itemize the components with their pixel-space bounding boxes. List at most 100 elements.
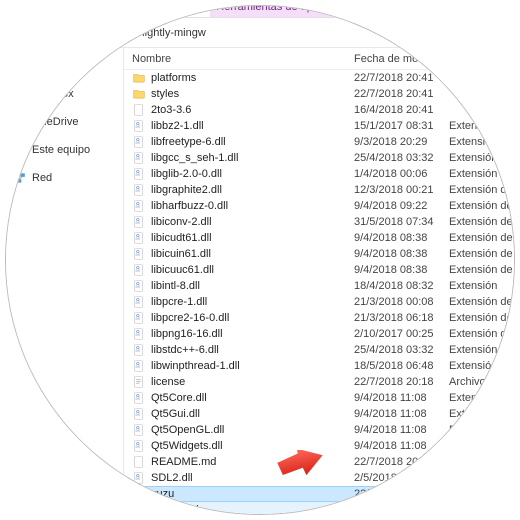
file-name: libicudt61.dll (151, 232, 212, 244)
file-type: Archivo TXT (449, 376, 514, 388)
file-icon (132, 103, 146, 117)
file-name: libfreetype-6.dll (151, 136, 226, 148)
file-date: 22/7/2018 20:41 (354, 72, 449, 84)
file-date: 22/7/2018 20:41 (354, 488, 449, 500)
file-type: Extensión de l (449, 152, 514, 164)
file-date: 25/4/2018 03:32 (354, 152, 449, 164)
file-row[interactable]: license22/7/2018 20:18Archivo TXT (124, 374, 514, 390)
explorer-window: Vista Herramientas de aplicación ▸ night… (6, 6, 514, 514)
file-name: libharfbuzz-0.dll (151, 200, 228, 212)
file-icon (132, 455, 146, 469)
tab-app-tools[interactable]: Herramientas de aplicación (210, 6, 355, 17)
file-row[interactable]: platforms 22/7/2018 20:41 (124, 70, 514, 86)
file-date: 18/5/2018 06:48 (354, 360, 449, 372)
cloud-icon (12, 115, 26, 129)
file-row[interactable]: libpcre-1.dll21/3/2018 00:08Extensión de… (124, 294, 514, 310)
nav-this-pc[interactable]: › Este equipo (6, 140, 117, 160)
file-type: Extensión de la (449, 216, 514, 228)
file-row[interactable]: libpng16-16.dll2/10/2017 00:25Extensión … (124, 326, 514, 342)
file-type: Extensión de l (449, 136, 514, 148)
tab-view[interactable]: Vista (156, 6, 192, 17)
file-name-cell: yuzu (124, 487, 354, 501)
file-name: README.md (151, 456, 216, 468)
file-row[interactable]: yuzu22/7/2018 20:41 (124, 486, 514, 502)
file-row[interactable]: libintl-8.dll18/4/2018 08:32Extensión (124, 278, 514, 294)
file-name: libiconv-2.dll (151, 216, 212, 228)
file-row[interactable]: Qt5Gui.dll9/4/2018 11:08Extensión (124, 406, 514, 422)
file-name-cell: libgraphite2.dll (124, 183, 354, 197)
dll-icon (132, 199, 146, 213)
txt-icon (132, 375, 146, 389)
file-row[interactable]: libicuin61.dll9/4/2018 08:38Extensión de… (124, 246, 514, 262)
nav-label: Dropbox (32, 88, 74, 100)
file-row[interactable]: styles22/7/2018 20:41 (124, 86, 514, 102)
file-name-cell: libstdc++-6.dll (124, 343, 354, 357)
dll-icon (132, 343, 146, 357)
file-date: 15/1/2017 08:31 (354, 120, 449, 132)
file-row[interactable]: libgraphite2.dll12/3/2018 00:21Extensión… (124, 182, 514, 198)
file-row[interactable]: libglib-2.0-0.dll1/4/2018 00:06Extensión… (124, 166, 514, 182)
dll-icon (132, 391, 146, 405)
dll-icon (132, 183, 146, 197)
app-icon (132, 503, 146, 514)
col-name[interactable]: Nombre (124, 53, 354, 65)
dll-icon (132, 119, 146, 133)
address-bar[interactable]: ▸ nightly-mingw (6, 18, 514, 48)
file-row[interactable]: libicuuc61.dll9/4/2018 08:38Extensión de… (124, 262, 514, 278)
breadcrumb-folder[interactable]: nightly-mingw (139, 27, 206, 39)
file-name-cell: Qt5Widgets.dll (124, 439, 354, 453)
file-name-cell: yuzu-cmd (124, 503, 354, 514)
file-row[interactable]: libstdc++-6.dll25/4/2018 03:32Extensión … (124, 342, 514, 358)
file-list[interactable]: Nombre Fecha de mod platforms 22/7/2018 2… (124, 48, 514, 514)
file-row[interactable]: libiconv-2.dll31/5/2018 07:34Extensión d… (124, 214, 514, 230)
file-date: 1/4/2018 00:06 (354, 168, 449, 180)
dll-icon (132, 295, 146, 309)
file-type: Extensión (449, 408, 514, 420)
file-name-cell: libwinpthread-1.dll (124, 359, 354, 373)
nav-dropbox[interactable]: › Dropbox (6, 84, 117, 104)
file-name-cell: libiconv-2.dll (124, 215, 354, 229)
file-row[interactable]: libwinpthread-1.dll18/5/2018 06:48Extens… (124, 358, 514, 374)
file-row[interactable]: README.md22/7/2018 20:18 (124, 454, 514, 470)
dll-icon (132, 263, 146, 277)
file-row[interactable]: yuzu-cmd22/7/2018 20:41 (124, 502, 514, 514)
dll-icon (132, 135, 146, 149)
file-type: Extensión de l (449, 440, 514, 452)
file-type: Extensión de l (449, 328, 514, 340)
nav-label: Red (32, 172, 52, 184)
file-row[interactable]: Qt5Widgets.dll9/4/2018 11:08Extensión de… (124, 438, 514, 454)
file-name: libwinpthread-1.dll (151, 360, 240, 372)
dll-icon (132, 167, 146, 181)
file-row[interactable]: Qt5OpenGL.dll9/4/2018 11:08Extensión de … (124, 422, 514, 438)
file-type: Extensión (449, 280, 514, 292)
nav-quick-access[interactable]: ﹀ Acceso rápido (6, 56, 117, 76)
file-name: platforms (151, 72, 196, 84)
file-row[interactable]: libpcre2-16-0.dll21/3/2018 06:18Extensió… (124, 310, 514, 326)
file-name-cell: libicudt61.dll (124, 231, 354, 245)
file-row[interactable]: Qt5Core.dll9/4/2018 11:08Extensión (124, 390, 514, 406)
dll-icon (132, 231, 146, 245)
file-date: 9/4/2018 11:08 (354, 392, 449, 404)
file-name-cell: platforms (124, 71, 354, 85)
nav-network[interactable]: › Red (6, 168, 117, 188)
file-row[interactable]: libgcc_s_seh-1.dll25/4/2018 03:32Extensi… (124, 150, 514, 166)
file-name-cell: libharfbuzz-0.dll (124, 199, 354, 213)
file-name: Qt5OpenGL.dll (151, 424, 224, 436)
file-date: 9/4/2018 11:08 (354, 408, 449, 420)
file-name-cell: styles (124, 87, 354, 101)
file-date: 12/3/2018 00:21 (354, 184, 449, 196)
col-date[interactable]: Fecha de mod (354, 53, 449, 65)
file-row[interactable]: 2to3-3.616/4/2018 20:41 (124, 102, 514, 118)
file-type: Extensión de l (449, 296, 514, 308)
file-row[interactable]: libbz2-1.dll15/1/2017 08:31Extensión (124, 118, 514, 134)
file-name-cell: libicuuc61.dll (124, 263, 354, 277)
nav-onedrive[interactable]: › OneDrive (6, 112, 117, 132)
file-name: libicuin61.dll (151, 248, 211, 260)
file-row[interactable]: libfreetype-6.dll9/3/2018 20:29Extensión… (124, 134, 514, 150)
file-name: styles (151, 88, 179, 100)
file-name-cell: libpcre2-16-0.dll (124, 311, 354, 325)
file-row[interactable]: SDL2.dll2/5/2018 02:10Extensión (124, 470, 514, 486)
column-headers[interactable]: Nombre Fecha de mod (124, 48, 514, 70)
file-row[interactable]: libharfbuzz-0.dll9/4/2018 09:22Extensión… (124, 198, 514, 214)
file-row[interactable]: libicudt61.dll9/4/2018 08:38Extensión de… (124, 230, 514, 246)
